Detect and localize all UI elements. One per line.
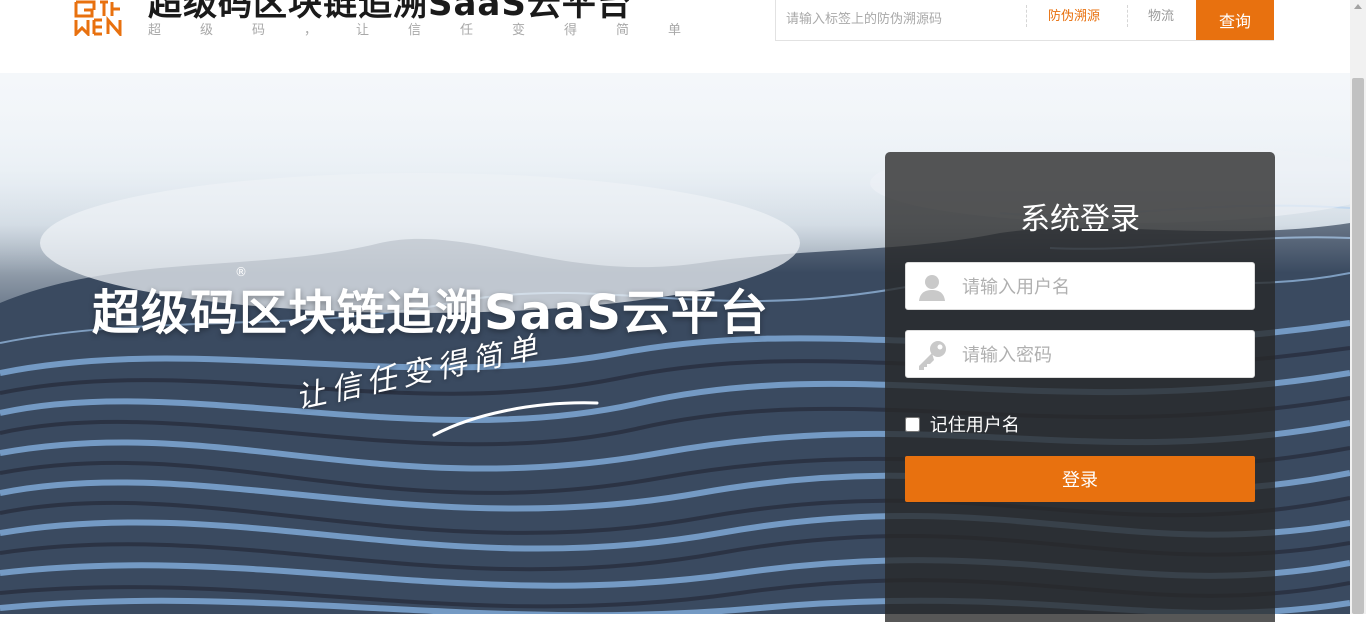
- key-icon: [919, 341, 946, 370]
- trace-code-input[interactable]: [776, 0, 1036, 39]
- login-button[interactable]: 登录: [905, 456, 1255, 502]
- guwen-logo-icon[interactable]: [74, 0, 130, 36]
- remember-username-label: 记住用户名: [929, 415, 1020, 436]
- remember-username[interactable]: 记住用户名: [905, 411, 1020, 437]
- tab-divider: [1026, 5, 1027, 27]
- scrollbar-thumb[interactable]: [1352, 78, 1364, 614]
- password-input[interactable]: [960, 331, 1254, 379]
- tab-divider: [1127, 5, 1128, 27]
- user-icon: [919, 275, 945, 301]
- query-button[interactable]: 查询: [1196, 0, 1274, 40]
- username-input[interactable]: [960, 263, 1254, 311]
- tab-logistics[interactable]: 物流: [1148, 0, 1174, 35]
- trace-search-box: 防伪溯源 物流 查询: [775, 0, 1274, 41]
- password-field[interactable]: [905, 330, 1255, 379]
- tab-anti-counterfeit[interactable]: 防伪溯源: [1048, 0, 1100, 35]
- login-panel: 系统登录 记住用户名 登录: [885, 152, 1275, 622]
- slogan-swoosh-decoration: [432, 401, 599, 437]
- hero-title: 超级码区块链追溯SaaS云平台: [92, 285, 769, 341]
- remember-username-checkbox[interactable]: [905, 417, 920, 432]
- username-field[interactable]: [905, 262, 1255, 311]
- brand-slogan: 超级码，让信任变得简单: [148, 23, 721, 38]
- page-scrollbar[interactable]: [1350, 0, 1366, 614]
- login-title: 系统登录: [1020, 202, 1140, 237]
- brand-title: 超级码区块链追溯SaaS云平台: [148, 0, 632, 24]
- scroll-up-icon[interactable]: [1354, 4, 1362, 9]
- site-header: 超级码区块链追溯SaaS云平台 超级码，让信任变得简单 防伪溯源 物流 查询: [0, 0, 1350, 73]
